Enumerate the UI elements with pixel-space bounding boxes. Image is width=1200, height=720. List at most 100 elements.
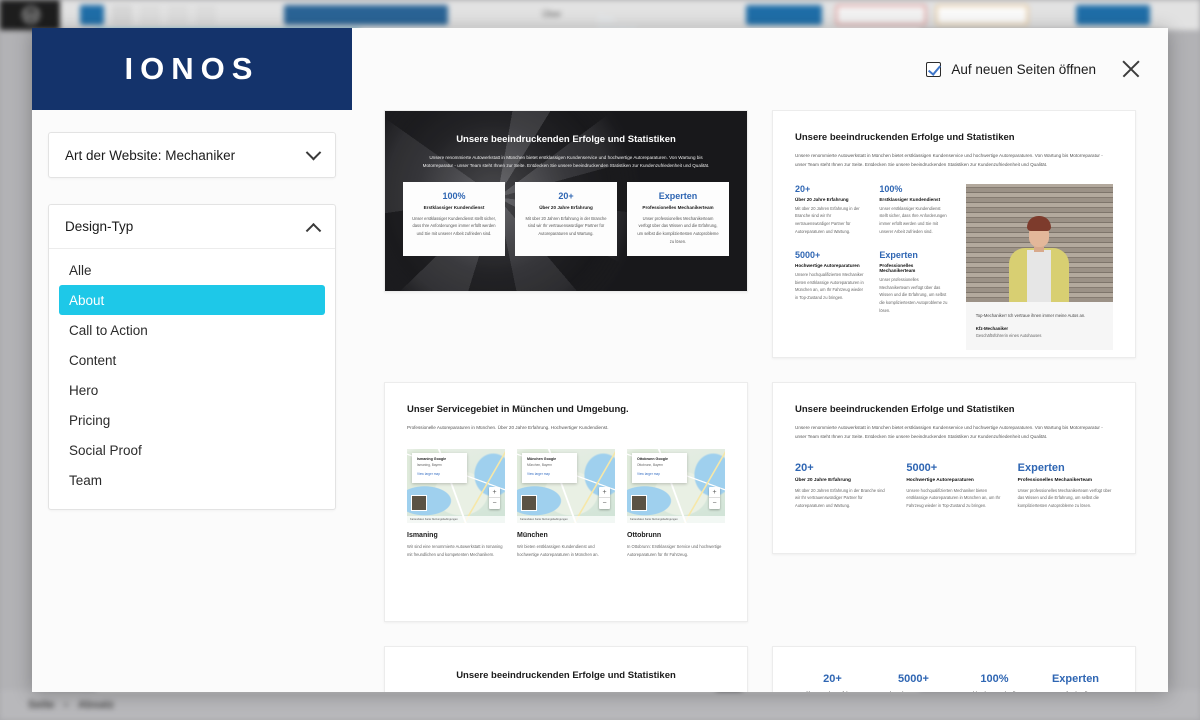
sidebar-item-team[interactable]: Team (59, 465, 325, 495)
extension-badge-orange[interactable] (936, 5, 1028, 25)
location-title: Ottobrunn (627, 532, 725, 539)
checkbox-checked-icon (926, 62, 941, 77)
stat-text: Unser professionelles Mechanikerteam ver… (636, 215, 720, 245)
stat-number: Experten (879, 250, 949, 260)
breadcrumb: Seite › Absatz (0, 690, 1200, 720)
map-attribution: Kartendaten Karte Nutzungsbedingungen (407, 516, 505, 523)
stat-number: 5000+ (795, 250, 865, 260)
location-text: In Ottobrunn: Erstklassiger Service und … (627, 543, 725, 559)
pencil-icon[interactable] (112, 5, 132, 25)
monitor-icon[interactable] (660, 5, 682, 25)
map-info-card: Ottobrunn Google Ottobrunn, Bayern View … (632, 453, 687, 483)
stat-item: 20+ Über 20 Jahre Erfahrung Mit über 20 … (795, 462, 890, 510)
map-zoom-control[interactable]: + − (599, 487, 610, 509)
extension-badge-red[interactable] (836, 5, 926, 25)
stat-subtitle: Über 20 Jahre Erfahrung (524, 205, 608, 210)
map-thumbnail[interactable]: München Google München, Bayern View larg… (517, 449, 615, 523)
sidebar-item-alle[interactable]: Alle (59, 255, 325, 285)
stat-number: 100% (412, 191, 496, 201)
map-info-card: München Google München, Bayern View larg… (522, 453, 577, 483)
about-label: Über (542, 9, 562, 19)
sidebar-item-about[interactable]: About (59, 285, 325, 315)
template-pane: Auf neuen Seiten öffnen Unsere beeindruc… (352, 28, 1168, 692)
stat-item: 20+ Über 20 Jahre Erfahrung (797, 673, 868, 692)
sidebar-item-hero[interactable]: Hero (59, 375, 325, 405)
chevron-down-icon (306, 144, 322, 160)
stat-item: 20+ Über 20 Jahre Erfahrung Mit über 20 … (795, 184, 865, 236)
map-card-title: Ismaning Google (417, 457, 462, 461)
map-card-link[interactable]: View larger map (637, 472, 682, 476)
map-info-card: Ismaning Google Ismaning, Bayern View la… (412, 453, 467, 483)
stat-item: 5000+ Hochwertige Autoreparaturen (878, 673, 949, 692)
open-on-new-pages-checkbox[interactable]: Auf neuen Seiten öffnen (926, 62, 1096, 77)
breadcrumb-item-page[interactable]: Seite (28, 699, 54, 711)
copy-icon[interactable] (1040, 5, 1060, 25)
map-zoom-control[interactable]: + − (709, 487, 720, 509)
stat-subtitle: Erstklassiger Kundendienst (879, 197, 949, 202)
template-card-hero-dark[interactable]: Unsere beeindruckenden Erfolge und Stati… (384, 110, 748, 292)
map-zoom-control[interactable]: + − (489, 487, 500, 509)
map-streetview-thumbnail[interactable] (411, 495, 427, 511)
map-streetview-thumbnail[interactable] (521, 495, 537, 511)
stat-text: Mit über 20 Jahren Erfahrung in der Bran… (524, 215, 608, 238)
location-title: Ismaning (407, 532, 505, 539)
map-zoom-out-icon[interactable]: − (489, 498, 500, 509)
external-link-icon[interactable] (704, 5, 726, 25)
template-heading: Unsere beeindruckenden Erfolge und Stati… (795, 403, 1113, 417)
design-type-accordion-header[interactable]: Design-Typ (49, 205, 335, 249)
map-zoom-in-icon[interactable]: + (709, 487, 720, 498)
template-heading: Unsere beeindruckenden Erfolge und Stati… (425, 669, 707, 683)
wordpress-logo-block[interactable]: W (0, 0, 60, 30)
template-card-stat-row[interactable]: 20+ Über 20 Jahre Erfahrung 5000+ Hochwe… (772, 646, 1136, 692)
testimonial-name: Kfz-Mechaniker (976, 326, 1103, 331)
background-toolbar: W Design-Bibliothek Über (0, 0, 1200, 30)
close-icon[interactable] (1120, 58, 1142, 80)
stat-card: Experten Professionelles Mechanikerteam … (627, 182, 729, 256)
map-attribution-text: Kartendaten Karte Nutzungsbedingungen (627, 516, 725, 523)
map-attribution: Kartendaten Karte Nutzungsbedingungen (517, 516, 615, 523)
map-streetview-thumbnail[interactable] (631, 495, 647, 511)
template-grid: Unsere beeindruckenden Erfolge und Stati… (352, 110, 1168, 692)
stat-text: Mit über 20 Jahren Erfahrung in der Bran… (795, 487, 890, 510)
redo-icon[interactable] (168, 5, 188, 25)
breadcrumb-item-paragraph[interactable]: Absatz (78, 699, 114, 711)
template-card-with-portrait[interactable]: Unsere beeindruckenden Erfolge und Stati… (772, 110, 1136, 358)
map-thumbnail[interactable]: Ottobrunn Google Ottobrunn, Bayern View … (627, 449, 725, 523)
modal-header: Auf neuen Seiten öffnen (352, 28, 1168, 110)
template-card-three-stats[interactable]: Unsere beeindruckenden Erfolge und Stati… (772, 382, 1136, 554)
percent-icon[interactable] (614, 5, 640, 25)
map-zoom-out-icon[interactable]: − (709, 498, 720, 509)
map-zoom-in-icon[interactable]: + (489, 487, 500, 498)
map-card-link[interactable]: View larger map (527, 472, 572, 476)
map-attribution-text: Kartendaten Karte Nutzungsbedingungen (517, 516, 615, 523)
map-zoom-in-icon[interactable]: + (599, 487, 610, 498)
map-card-link[interactable]: View larger map (417, 472, 462, 476)
stat-number: 20+ (797, 673, 868, 685)
site-type-select[interactable]: Art der Website: Mechaniker (48, 132, 336, 178)
sidebar-item-social-proof[interactable]: Social Proof (59, 435, 325, 465)
breadcrumb-separator-icon: › (64, 699, 68, 711)
add-block-toolbar-button[interactable] (80, 5, 104, 25)
template-card-centered-text[interactable]: Unsere beeindruckenden Erfolge und Stati… (384, 646, 748, 692)
extension-badge-blue[interactable] (1076, 5, 1150, 25)
stat-number: 20+ (795, 462, 890, 474)
sidebar-item-call-to-action[interactable]: Call to Action (59, 315, 325, 345)
map-thumbnail[interactable]: Ismaning Google Ismaning, Bayern View la… (407, 449, 505, 523)
map-card-title: Ottobrunn Google (637, 457, 682, 461)
stat-subtitle: Hochwertige Autoreparaturen (906, 478, 1001, 483)
more-options-icon[interactable] (1166, 5, 1180, 25)
sidebar-item-content[interactable]: Content (59, 345, 325, 375)
stat-number: 100% (959, 673, 1030, 685)
map-zoom-out-icon[interactable]: − (599, 498, 610, 509)
sidebar-item-pricing[interactable]: Pricing (59, 405, 325, 435)
site-type-select-label: Art der Website: Mechaniker (65, 148, 235, 163)
template-card-service-area[interactable]: Unser Servicegebiet in München und Umgeb… (384, 382, 748, 622)
template-paragraph: Unsere renommierte Autowerkstatt in Münc… (795, 152, 1113, 169)
design-library-button[interactable]: Design-Bibliothek (284, 5, 448, 25)
template-paragraph: Unsere renommierte Autowerkstatt in Münc… (795, 424, 1113, 441)
stat-item: 100% Erstklassiger Kundendienst (959, 673, 1030, 692)
stat-text: Unser erstklassiger Kundendienst stellt … (412, 215, 496, 238)
list-view-icon[interactable] (196, 5, 216, 25)
undo-icon[interactable] (140, 5, 160, 25)
publish-button[interactable] (746, 5, 822, 25)
